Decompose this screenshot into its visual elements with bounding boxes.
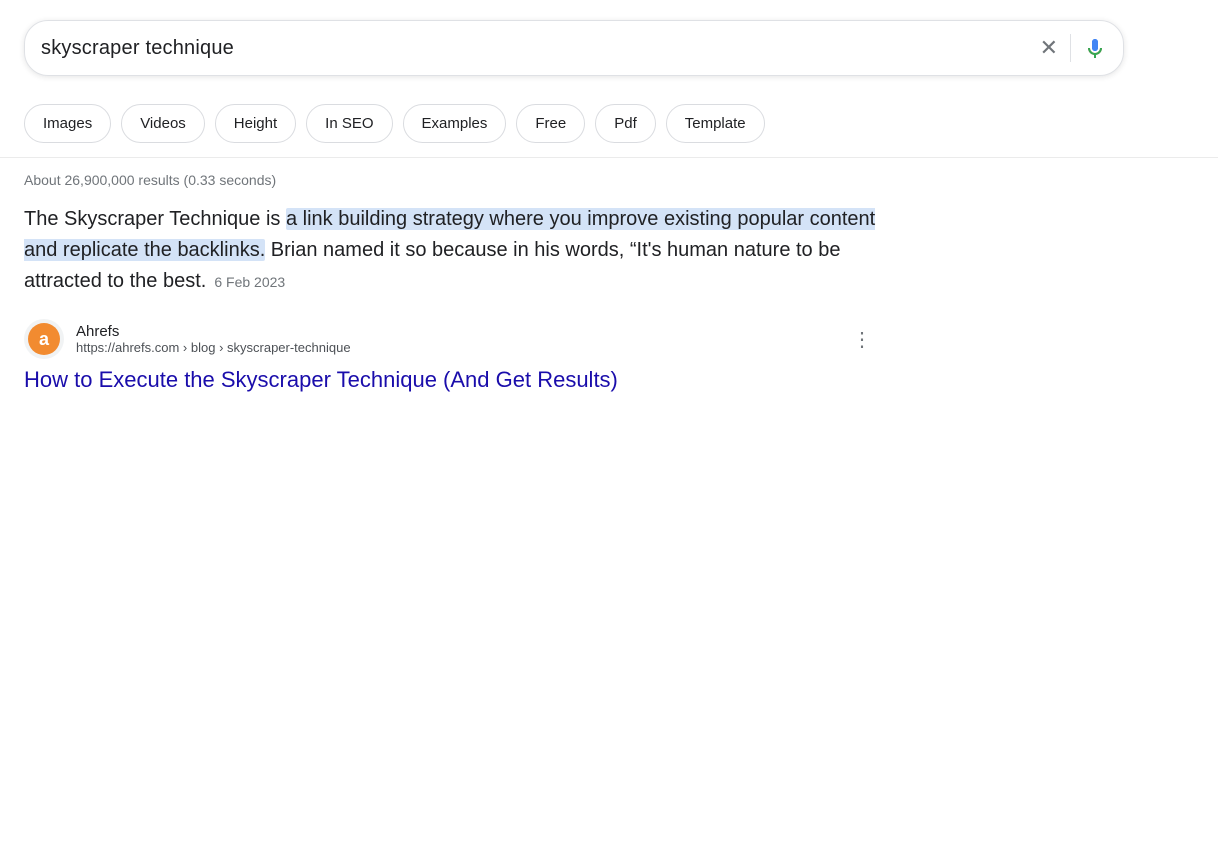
chip-template[interactable]: Template bbox=[666, 104, 765, 143]
chip-pdf[interactable]: Pdf bbox=[595, 104, 656, 143]
source-url: https://ahrefs.com › blog › skyscraper-t… bbox=[76, 340, 836, 355]
results-count: About 26,900,000 results (0.33 seconds) bbox=[24, 172, 876, 188]
search-query[interactable]: skyscraper technique bbox=[41, 37, 1040, 60]
source-info: Ahrefs https://ahrefs.com › blog › skysc… bbox=[76, 323, 836, 355]
favicon-wrapper: a bbox=[24, 319, 64, 359]
more-options-icon[interactable]: ⋮ bbox=[848, 323, 876, 356]
search-divider bbox=[1070, 34, 1071, 62]
close-icon[interactable]: ✕ bbox=[1040, 35, 1058, 61]
featured-snippet: The Skyscraper Technique is a link build… bbox=[24, 204, 876, 297]
favicon-letter: a bbox=[28, 323, 60, 355]
chip-height[interactable]: Height bbox=[215, 104, 296, 143]
chip-in-seo[interactable]: In SEO bbox=[306, 104, 392, 143]
result-title[interactable]: How to Execute the Skyscraper Technique … bbox=[24, 365, 876, 396]
search-bar: skyscraper technique ✕ bbox=[24, 20, 1124, 76]
search-bar-container: skyscraper technique ✕ bbox=[0, 0, 1218, 92]
snippet-text-before: The Skyscraper Technique is bbox=[24, 208, 286, 230]
microphone-icon[interactable] bbox=[1083, 36, 1107, 60]
source-name: Ahrefs bbox=[76, 323, 836, 340]
chip-free[interactable]: Free bbox=[516, 104, 585, 143]
filter-chips-row: Images Videos Height In SEO ExamplesFree Pdf T… bbox=[0, 92, 1218, 158]
result-entry: a Ahrefs https://ahrefs.com › blog › sky… bbox=[24, 319, 876, 396]
chip-images[interactable]: Images bbox=[24, 104, 111, 143]
snippet-date: 6 Feb 2023 bbox=[214, 274, 285, 290]
results-container: About 26,900,000 results (0.33 seconds) … bbox=[0, 158, 900, 416]
chip-examples[interactable]: Examples bbox=[403, 104, 507, 143]
chip-videos[interactable]: Videos bbox=[121, 104, 205, 143]
result-source-row: a Ahrefs https://ahrefs.com › blog › sky… bbox=[24, 319, 876, 359]
